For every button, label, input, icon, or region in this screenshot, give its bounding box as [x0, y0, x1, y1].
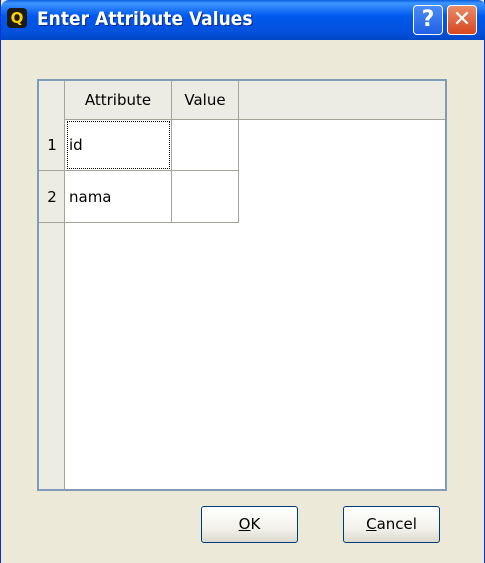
value-cell-id[interactable] — [172, 119, 239, 171]
attribute-cell-id[interactable]: id — [65, 119, 172, 171]
help-button[interactable]: ? — [413, 5, 443, 35]
dialog-window: Q Enter Attribute Values ? ✕ Attribute V… — [0, 0, 485, 563]
table-header: Attribute Value — [39, 81, 445, 120]
ok-label-rest: K — [250, 515, 261, 533]
cancel-label-rest: ancel — [376, 515, 417, 533]
table-corner-button[interactable] — [39, 81, 65, 119]
ok-button[interactable]: OK — [201, 506, 298, 543]
attribute-cell-nama[interactable]: nama — [65, 171, 172, 223]
column-header-value[interactable]: Value — [172, 81, 239, 119]
row-header-column: 1 2 — [39, 119, 65, 489]
qgis-app-icon: Q — [7, 8, 27, 28]
title-bar[interactable]: Q Enter Attribute Values ? ✕ — [1, 0, 485, 40]
column-header-attribute[interactable]: Attribute — [65, 81, 172, 119]
row-header-1[interactable]: 1 — [39, 119, 65, 171]
close-button[interactable]: ✕ — [447, 5, 477, 35]
cancel-mnemonic: C — [366, 515, 377, 533]
row-header-2[interactable]: 2 — [39, 171, 65, 223]
attribute-table: Attribute Value 1 2 id nama — [37, 79, 447, 491]
dialog-title: Enter Attribute Values — [37, 8, 253, 30]
value-cell-nama[interactable] — [172, 171, 239, 223]
cancel-button[interactable]: Cancel — [343, 506, 440, 543]
ok-mnemonic: O — [238, 515, 251, 533]
